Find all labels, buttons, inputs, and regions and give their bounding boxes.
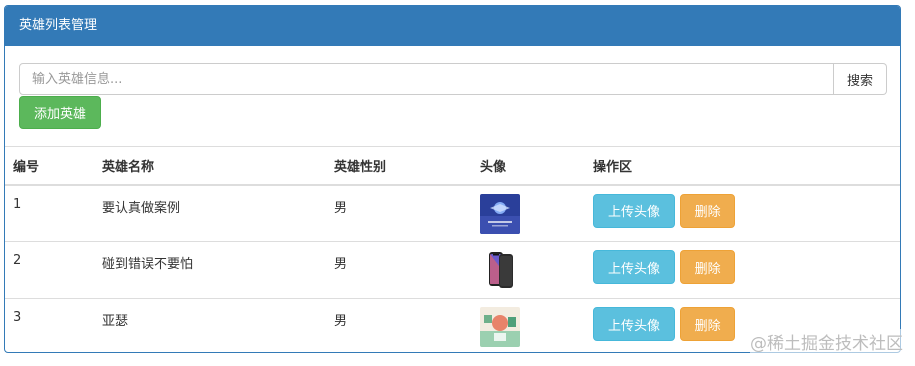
cell-avatar — [472, 242, 585, 299]
delete-button[interactable]: 删除 — [680, 307, 736, 341]
header-actions: 操作区 — [593, 159, 633, 175]
upload-avatar-button[interactable]: 上传头像 — [593, 193, 675, 228]
panel-body: 搜索 添加英雄 — [5, 46, 900, 146]
cell-name: 碰到错误不要怕 — [102, 257, 194, 272]
cell-actions: 上传头像 删除 — [585, 242, 900, 299]
cell-gender: 男 — [334, 257, 348, 272]
cell-avatar — [472, 299, 585, 353]
cell-avatar — [472, 185, 585, 242]
cell-name: 亚瑟 — [102, 314, 129, 329]
hero-table: 编号 英雄名称 英雄性别 头像 操作区 1 要认真做案例 男 上传头像 删除 2… — [5, 146, 900, 353]
cell-gender: 男 — [334, 200, 348, 216]
upload-avatar-button[interactable]: 上传头像 — [593, 307, 675, 341]
header-id: 编号 — [13, 159, 40, 175]
avatar-image — [480, 307, 520, 347]
upload-avatar-button[interactable]: 上传头像 — [593, 250, 675, 284]
cell-id: 3 — [13, 310, 22, 325]
add-hero-button[interactable]: 添加英雄 — [19, 96, 101, 129]
cell-actions: 上传头像 删除 — [585, 185, 900, 242]
header-avatar: 头像 — [480, 159, 507, 175]
search-button[interactable]: 搜索 — [834, 63, 887, 95]
header-gender: 英雄性别 — [334, 159, 387, 175]
header-name: 英雄名称 — [102, 159, 155, 175]
avatar-image — [480, 250, 520, 290]
table-row: 2 碰到错误不要怕 男 上传头像 删除 — [5, 242, 900, 299]
watermark: @稀土掘金技术社区 — [750, 329, 903, 354]
panel-title: 英雄列表管理 — [5, 6, 900, 46]
hero-panel: 英雄列表管理 搜索 添加英雄 编号 英雄名称 英雄性别 头像 操作区 1 要认真… — [4, 5, 901, 353]
cell-gender: 男 — [334, 314, 348, 329]
table-header-row: 编号 英雄名称 英雄性别 头像 操作区 — [5, 146, 900, 185]
search-input[interactable] — [19, 63, 834, 95]
table-row: 1 要认真做案例 男 上传头像 删除 — [5, 185, 900, 242]
cell-id: 2 — [13, 253, 22, 268]
cell-name: 要认真做案例 — [102, 200, 181, 216]
search-group: 搜索 — [19, 63, 887, 95]
delete-button[interactable]: 删除 — [680, 193, 736, 228]
avatar-image — [480, 193, 520, 234]
delete-button[interactable]: 删除 — [680, 250, 736, 284]
cell-id: 1 — [13, 196, 22, 212]
